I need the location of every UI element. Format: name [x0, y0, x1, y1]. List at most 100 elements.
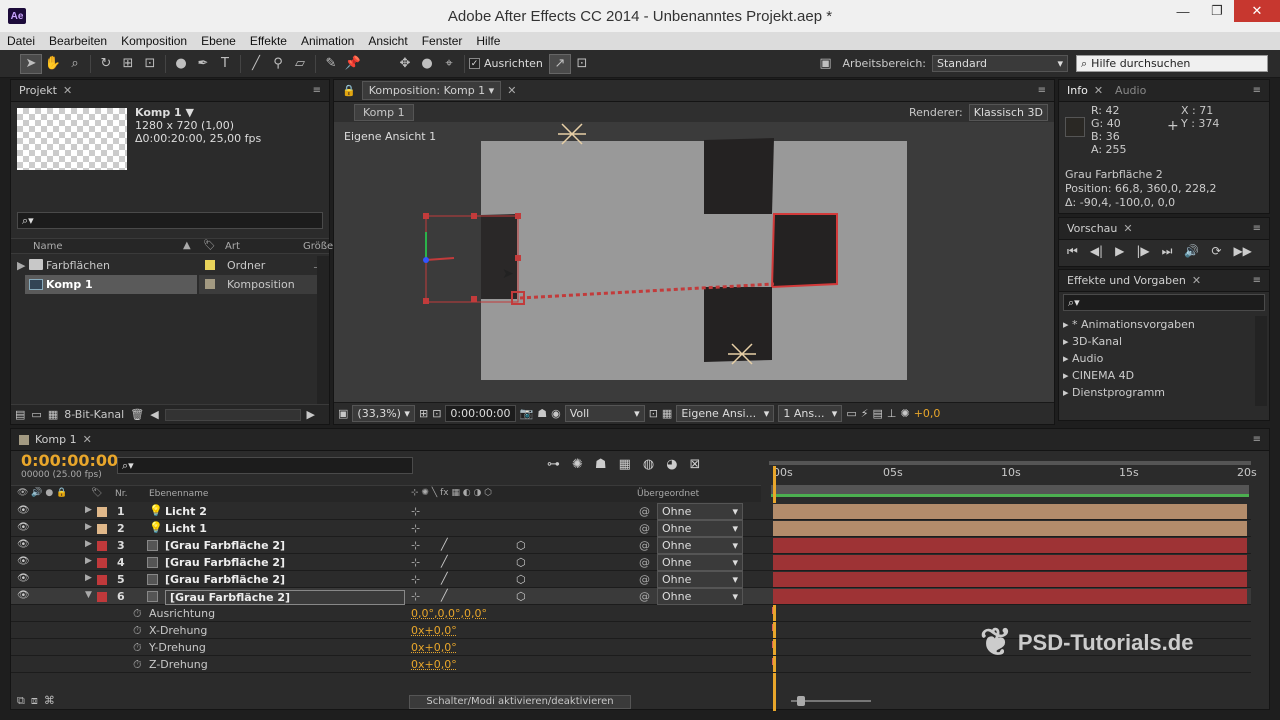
menu-ebene[interactable]: Ebene	[194, 34, 243, 48]
show-snapshot-icon[interactable]: ☗	[537, 407, 547, 420]
menu-ansicht[interactable]: Ansicht	[361, 34, 414, 48]
text-tool-icon[interactable]: T	[214, 54, 236, 74]
help-search-input[interactable]: ⌕ Hilfe durchsuchen	[1076, 55, 1268, 72]
comp-name[interactable]: Komp 1 ▼	[135, 106, 261, 119]
property-value[interactable]: 0x+0,0°	[411, 624, 457, 637]
project-tab[interactable]: Projekt ✕ ≡	[11, 80, 329, 102]
audio-icon[interactable]: 🔊	[1184, 244, 1199, 259]
quality-switch-icon[interactable]: ╱	[441, 555, 448, 568]
brainstorm-icon[interactable]: ⊠	[690, 457, 701, 472]
clone-stamp-tool-icon[interactable]: ⚲	[267, 54, 289, 74]
info-tab[interactable]: Info	[1067, 84, 1088, 97]
expand-arrow-icon[interactable]: ▶	[85, 522, 92, 532]
new-comp-icon[interactable]: ▦	[48, 408, 58, 421]
effects-search-input[interactable]: ⌕▾	[1063, 294, 1265, 311]
stopwatch-icon[interactable]: ⏱	[133, 641, 142, 655]
property-value[interactable]: 0x+0,0°	[411, 641, 457, 654]
panel-menu-icon[interactable]: ≡	[313, 85, 321, 96]
label-color-swatch[interactable]	[97, 558, 107, 568]
header-layer-name[interactable]: Ebenenname	[149, 489, 208, 499]
mask-visibility-icon[interactable]: ⊡	[432, 407, 441, 420]
panel-menu-icon[interactable]: ≡	[1253, 223, 1261, 234]
header-size[interactable]: Größe	[303, 241, 333, 252]
loop-icon[interactable]: ⟳	[1211, 244, 1221, 259]
close-button[interactable]: ✕	[1234, 0, 1280, 22]
interpret-footage-icon[interactable]: ▤	[15, 408, 25, 421]
layer-row[interactable]: 👁 ▶ 3 [Grau Farbfläche 2] ⊹ ╱ ⬡ @ Ohne ▾	[11, 537, 1251, 554]
pickwhip-icon[interactable]: @	[639, 590, 650, 603]
layer-name[interactable]: Licht 2	[165, 505, 207, 518]
quality-switch-icon[interactable]: ╱	[441, 572, 448, 585]
stopwatch-icon[interactable]: ⏱	[133, 607, 142, 621]
puppet-pin-tool-icon[interactable]: 📌	[342, 54, 364, 74]
visibility-eye-icon[interactable]: 👁	[17, 590, 30, 601]
play-icon[interactable]: ▶	[1115, 244, 1124, 259]
expand-arrow-icon[interactable]: ▶	[17, 259, 25, 272]
zoom-select[interactable]: (33,3%) ▾	[352, 405, 415, 422]
timeline-icon[interactable]: ▤	[872, 407, 882, 420]
parent-select[interactable]: Ohne ▾	[657, 520, 743, 537]
header-nr[interactable]: Nr.	[115, 489, 127, 499]
selection-tool-icon[interactable]: ➤	[20, 53, 42, 74]
shy-switch-icon[interactable]: ⊹	[411, 573, 420, 586]
first-frame-icon[interactable]: ⏮	[1067, 244, 1078, 259]
motion-blur-icon[interactable]: ◍	[643, 457, 654, 472]
layer-name[interactable]: [Grau Farbfläche 2]	[165, 556, 285, 569]
camera-track-tool-icon[interactable]: ⊡	[139, 54, 161, 74]
maximize-button[interactable]: ❐	[1200, 0, 1234, 22]
close-tab-icon[interactable]: ✕	[83, 433, 92, 446]
expand-arrow-icon[interactable]: ▶	[85, 573, 92, 583]
lock-icon[interactable]: 🔒	[342, 84, 356, 97]
effects-tab[interactable]: Effekte und Vorgaben	[1067, 274, 1186, 287]
composition-tab[interactable]: Komposition: Komp 1 ▾	[361, 81, 502, 100]
draft-3d-icon[interactable]: ✺	[572, 457, 583, 472]
audio-tab[interactable]: Audio	[1115, 84, 1146, 97]
hide-shy-icon[interactable]: ☗	[595, 457, 607, 472]
menu-fenster[interactable]: Fenster	[415, 34, 470, 48]
toggle-pixel-aspect-icon[interactable]: ▭	[846, 407, 856, 420]
effects-item[interactable]: ▸ CINEMA 4D	[1063, 367, 1195, 384]
parent-select[interactable]: Ohne ▾	[657, 554, 743, 571]
snap-icon[interactable]: ↗	[548, 53, 571, 74]
trash-icon[interactable]: 🗑	[130, 408, 144, 421]
layer-row[interactable]: 👁 ▶ 1 💡 Licht 2 ⊹ @ Ohne ▾	[11, 503, 1251, 520]
menu-effekte[interactable]: Effekte	[243, 34, 294, 48]
preview-tab[interactable]: Vorschau	[1067, 222, 1117, 235]
close-tab-icon[interactable]: ✕	[63, 84, 72, 97]
visibility-eye-icon[interactable]: 👁	[17, 539, 30, 550]
snapshot-icon[interactable]: 📷	[520, 407, 534, 420]
visibility-eye-icon[interactable]: 👁	[17, 573, 30, 584]
color-channels-icon[interactable]: ◉	[551, 407, 561, 420]
ram-preview-icon[interactable]: ▶▶	[1233, 244, 1251, 259]
shy-switch-icon[interactable]: ⊹	[411, 505, 420, 518]
transparency-grid-icon[interactable]: ▦	[662, 407, 672, 420]
world-axis-icon[interactable]: ●	[416, 54, 438, 74]
current-time-field[interactable]: 0:00:00:00	[445, 405, 516, 422]
views-layout-select[interactable]: 1 Ans... ▾	[778, 405, 843, 422]
label-color-swatch[interactable]	[97, 524, 107, 534]
visibility-eye-icon[interactable]: 👁	[17, 556, 30, 567]
project-search-input[interactable]: ⌕▾	[17, 212, 323, 229]
label-color-swatch[interactable]	[97, 592, 107, 602]
parent-select[interactable]: Ohne ▾	[657, 537, 743, 554]
layer-name[interactable]: [Grau Farbfläche 2]	[165, 573, 285, 586]
layer-name[interactable]: [Grau Farbfläche 2]	[165, 539, 285, 552]
layer-name[interactable]: [Grau Farbfläche 2]	[165, 590, 405, 605]
pen-tool-icon[interactable]: ✒	[192, 54, 214, 74]
label-color-swatch[interactable]	[205, 260, 215, 270]
parent-select[interactable]: Ohne ▾	[657, 503, 743, 520]
menu-datei[interactable]: Datei	[0, 34, 42, 48]
align-checkbox[interactable]: ✓ Ausrichten	[469, 57, 543, 70]
effects-item[interactable]: ▸ * Animationsvorgaben	[1063, 316, 1195, 333]
layer-row[interactable]: 👁 ▼ 6 [Grau Farbfläche 2] ⊹ ╱ ⬡ @ Ohne ▾	[11, 588, 1251, 605]
frame-blending-icon[interactable]: ▦	[619, 457, 631, 472]
layer-row[interactable]: 👁 ▶ 4 [Grau Farbfläche 2] ⊹ ╱ ⬡ @ Ohne ▾	[11, 554, 1251, 571]
roto-brush-tool-icon[interactable]: ✎	[320, 54, 342, 74]
exposure-value[interactable]: +0,0	[914, 407, 941, 420]
axis-mode-icon[interactable]: ✥	[394, 54, 416, 74]
label-color-swatch[interactable]	[97, 507, 107, 517]
pickwhip-icon[interactable]: @	[639, 573, 650, 586]
workspace-select[interactable]: Standard ▾	[932, 55, 1068, 72]
panel-menu-icon[interactable]: ≡	[1253, 434, 1261, 445]
scroll-right-icon[interactable]: ▶	[307, 408, 315, 421]
